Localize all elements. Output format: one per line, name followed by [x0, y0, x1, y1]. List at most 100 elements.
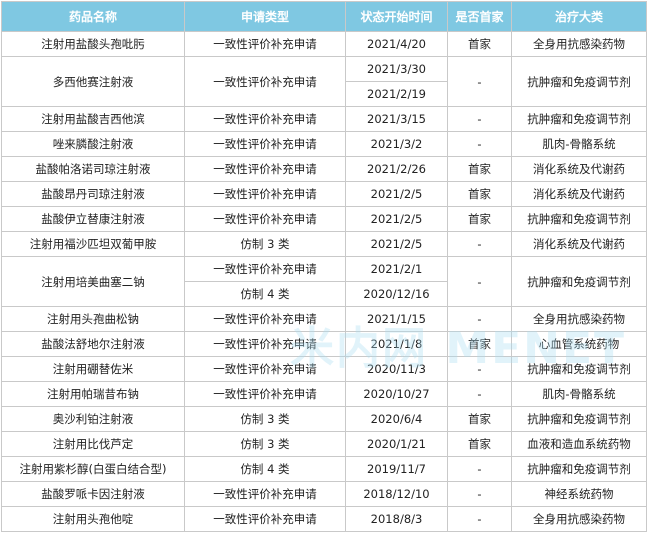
cell-is-first: 首家 — [447, 431, 512, 457]
table-row: 注射用头孢曲松钠 一致性评价补充申请 2021/1/15- 全身用抗感染药物 — [1, 306, 647, 332]
cell-drug-name: 注射用盐酸头孢吡肟 — [1, 31, 185, 57]
cell-application-type: 仿制 3 类 — [184, 406, 346, 432]
cell-category: 消化系统及代谢药 — [511, 181, 647, 207]
cell-is-first: - — [447, 256, 512, 307]
cell-is-first: 首家 — [447, 331, 512, 357]
cell-application-type: 一致性评价补充申请 — [184, 131, 346, 157]
cell-status-date: 2021/3/15 — [345, 106, 448, 132]
cell-status-date: 2021/2/1 — [345, 256, 448, 282]
header-row: 药品名称 申请类型 状态开始时间 是否首家 治疗大类 — [1, 1, 647, 32]
cell-category: 全身用抗感染药物 — [511, 506, 647, 532]
cell-category: 全身用抗感染药物 — [511, 31, 647, 57]
cell-application-type: 一致性评价补充申请 — [184, 381, 346, 407]
cell-status-date: 2021/4/20 — [345, 31, 448, 57]
cell-is-first: - — [447, 106, 512, 132]
cell-category: 抗肿瘤和免疫调节剂 — [511, 356, 647, 382]
cell-category: 抗肿瘤和免疫调节剂 — [511, 456, 647, 482]
cell-status-date: 2021/2/5 — [345, 231, 448, 257]
cell-category: 心血管系统药物 — [511, 331, 647, 357]
cell-drug-name: 注射用紫杉醇(白蛋白结合型) — [1, 456, 185, 482]
cell-application-type: 一致性评价补充申请 — [184, 106, 346, 132]
cell-is-first: - — [447, 506, 512, 532]
cell-application-type: 仿制 4 类 — [184, 456, 346, 482]
cell-status-date: 2019/11/7 — [345, 456, 448, 482]
cell-is-first: - — [447, 481, 512, 507]
table-row: 唑来膦酸注射液 一致性评价补充申请 2021/3/2- 肌肉-骨骼系统 — [1, 131, 647, 157]
cell-status-date: 2021/3/2 — [345, 131, 448, 157]
table-row: 注射用盐酸吉西他滨 一致性评价补充申请 2021/3/15- 抗肿瘤和免疫调节剂 — [1, 106, 647, 132]
cell-application-type: 仿制 3 类 — [184, 231, 346, 257]
cell-is-first: - — [447, 131, 512, 157]
cell-drug-name: 注射用盐酸吉西他滨 — [1, 106, 185, 132]
cell-drug-name: 奥沙利铂注射液 — [1, 406, 185, 432]
cell-is-first: - — [447, 381, 512, 407]
cell-drug-name: 注射用培美曲塞二钠 — [1, 256, 185, 307]
col-header-application-type: 申请类型 — [184, 1, 346, 32]
cell-application-type: 一致性评价补充申请 — [184, 31, 346, 57]
cell-drug-name: 注射用头孢曲松钠 — [1, 306, 185, 332]
cell-application-type: 一致性评价补充申请 — [184, 156, 346, 182]
cell-is-first: - — [447, 456, 512, 482]
cell-drug-name: 盐酸法舒地尔注射液 — [1, 331, 185, 357]
cell-status-date: 2021/2/5 — [345, 206, 448, 232]
cell-status-date: 2018/8/3 — [345, 506, 448, 532]
cell-status-date: 2020/10/27 — [345, 381, 448, 407]
table-row: 盐酸法舒地尔注射液 一致性评价补充申请 2021/1/8 首家 心血管系统药物 — [1, 331, 647, 357]
table-row: 注射用比伐芦定 仿制 3 类 2020/1/21 首家 血液和造血系统药物 — [1, 431, 647, 457]
table-row: 注射用紫杉醇(白蛋白结合型) 仿制 4 类 2019/11/7- 抗肿瘤和免疫调节剂 — [1, 456, 647, 482]
cell-category: 抗肿瘤和免疫调节剂 — [511, 406, 647, 432]
cell-application-type: 仿制 3 类 — [184, 431, 346, 457]
cell-application-type: 一致性评价补充申请 — [184, 356, 346, 382]
drug-table: 药品名称 申请类型 状态开始时间 是否首家 治疗大类 注射用盐酸头孢吡肟 一致性评… — [1, 1, 647, 532]
cell-category: 抗肿瘤和免疫调节剂 — [511, 56, 647, 107]
cell-is-first: 首家 — [447, 156, 512, 182]
col-header-is-first: 是否首家 — [447, 1, 512, 32]
cell-category: 全身用抗感染药物 — [511, 306, 647, 332]
cell-status-date: 2021/1/15 — [345, 306, 448, 332]
cell-category: 抗肿瘤和免疫调节剂 — [511, 256, 647, 307]
table-body: 注射用盐酸头孢吡肟 一致性评价补充申请 2021/4/20 首家 全身用抗感染药物 多西他… — [1, 31, 647, 532]
cell-category: 血液和造血系统药物 — [511, 431, 647, 457]
table-row: 盐酸罗哌卡因注射液 一致性评价补充申请 2018/12/10- 神经系统药物 — [1, 481, 647, 507]
cell-status-date: 2021/2/26 — [345, 156, 448, 182]
cell-category: 抗肿瘤和免疫调节剂 — [511, 206, 647, 232]
col-header-drug-name: 药品名称 — [1, 1, 185, 32]
cell-category: 消化系统及代谢药 — [511, 156, 647, 182]
cell-is-first: 首家 — [447, 406, 512, 432]
cell-drug-name: 盐酸帕洛诺司琼注射液 — [1, 156, 185, 182]
cell-drug-name: 注射用帕瑞昔布钠 — [1, 381, 185, 407]
cell-status-date: 2020/11/3 — [345, 356, 448, 382]
cell-status-date: 2021/2/19 — [345, 81, 448, 107]
cell-application-type: 一致性评价补充申请 — [184, 306, 346, 332]
table-header: 药品名称 申请类型 状态开始时间 是否首家 治疗大类 — [1, 1, 647, 32]
table-row: 盐酸伊立替康注射液 一致性评价补充申请 2021/2/5 首家 抗肿瘤和免疫调节剂 — [1, 206, 647, 232]
cell-application-type: 一致性评价补充申请 — [184, 256, 346, 282]
cell-drug-name: 注射用比伐芦定 — [1, 431, 185, 457]
table-row: 盐酸昂丹司琼注射液 一致性评价补充申请 2021/2/5 首家 消化系统及代谢药 — [1, 181, 647, 207]
table-row: 盐酸帕洛诺司琼注射液 一致性评价补充申请 2021/2/26 首家 消化系统及代谢药 — [1, 156, 647, 182]
cell-is-first: 首家 — [447, 206, 512, 232]
table-row: 注射用培美曲塞二钠 一致性评价补充申请 2021/2/1- 抗肿瘤和免疫调节剂 — [1, 256, 647, 307]
cell-application-type: 一致性评价补充申请 — [184, 206, 346, 232]
cell-drug-name: 盐酸罗哌卡因注射液 — [1, 481, 185, 507]
cell-drug-name: 多西他赛注射液 — [1, 56, 185, 107]
cell-status-date: 2018/12/10 — [345, 481, 448, 507]
cell-drug-name: 唑来膦酸注射液 — [1, 131, 185, 157]
cell-category: 肌肉-骨骼系统 — [511, 381, 647, 407]
cell-application-type: 一致性评价补充申请 — [184, 331, 346, 357]
cell-is-first: - — [447, 306, 512, 332]
cell-category: 抗肿瘤和免疫调节剂 — [511, 106, 647, 132]
table-row: 注射用头孢他啶 一致性评价补充申请 2018/8/3- 全身用抗感染药物 — [1, 506, 647, 532]
cell-status-date: 2020/12/16 — [345, 281, 448, 307]
cell-category: 神经系统药物 — [511, 481, 647, 507]
cell-is-first: - — [447, 231, 512, 257]
table-row: 注射用盐酸头孢吡肟 一致性评价补充申请 2021/4/20 首家 全身用抗感染药物 — [1, 31, 647, 57]
cell-application-type: 一致性评价补充申请 — [184, 181, 346, 207]
cell-is-first: 首家 — [447, 181, 512, 207]
cell-application-type: 仿制 4 类 — [184, 281, 346, 307]
cell-is-first: 首家 — [447, 31, 512, 57]
cell-application-type: 一致性评价补充申请 — [184, 56, 346, 107]
cell-drug-name: 注射用硼替佐米 — [1, 356, 185, 382]
cell-drug-name: 注射用福沙匹坦双葡甲胺 — [1, 231, 185, 257]
cell-drug-name: 盐酸伊立替康注射液 — [1, 206, 185, 232]
